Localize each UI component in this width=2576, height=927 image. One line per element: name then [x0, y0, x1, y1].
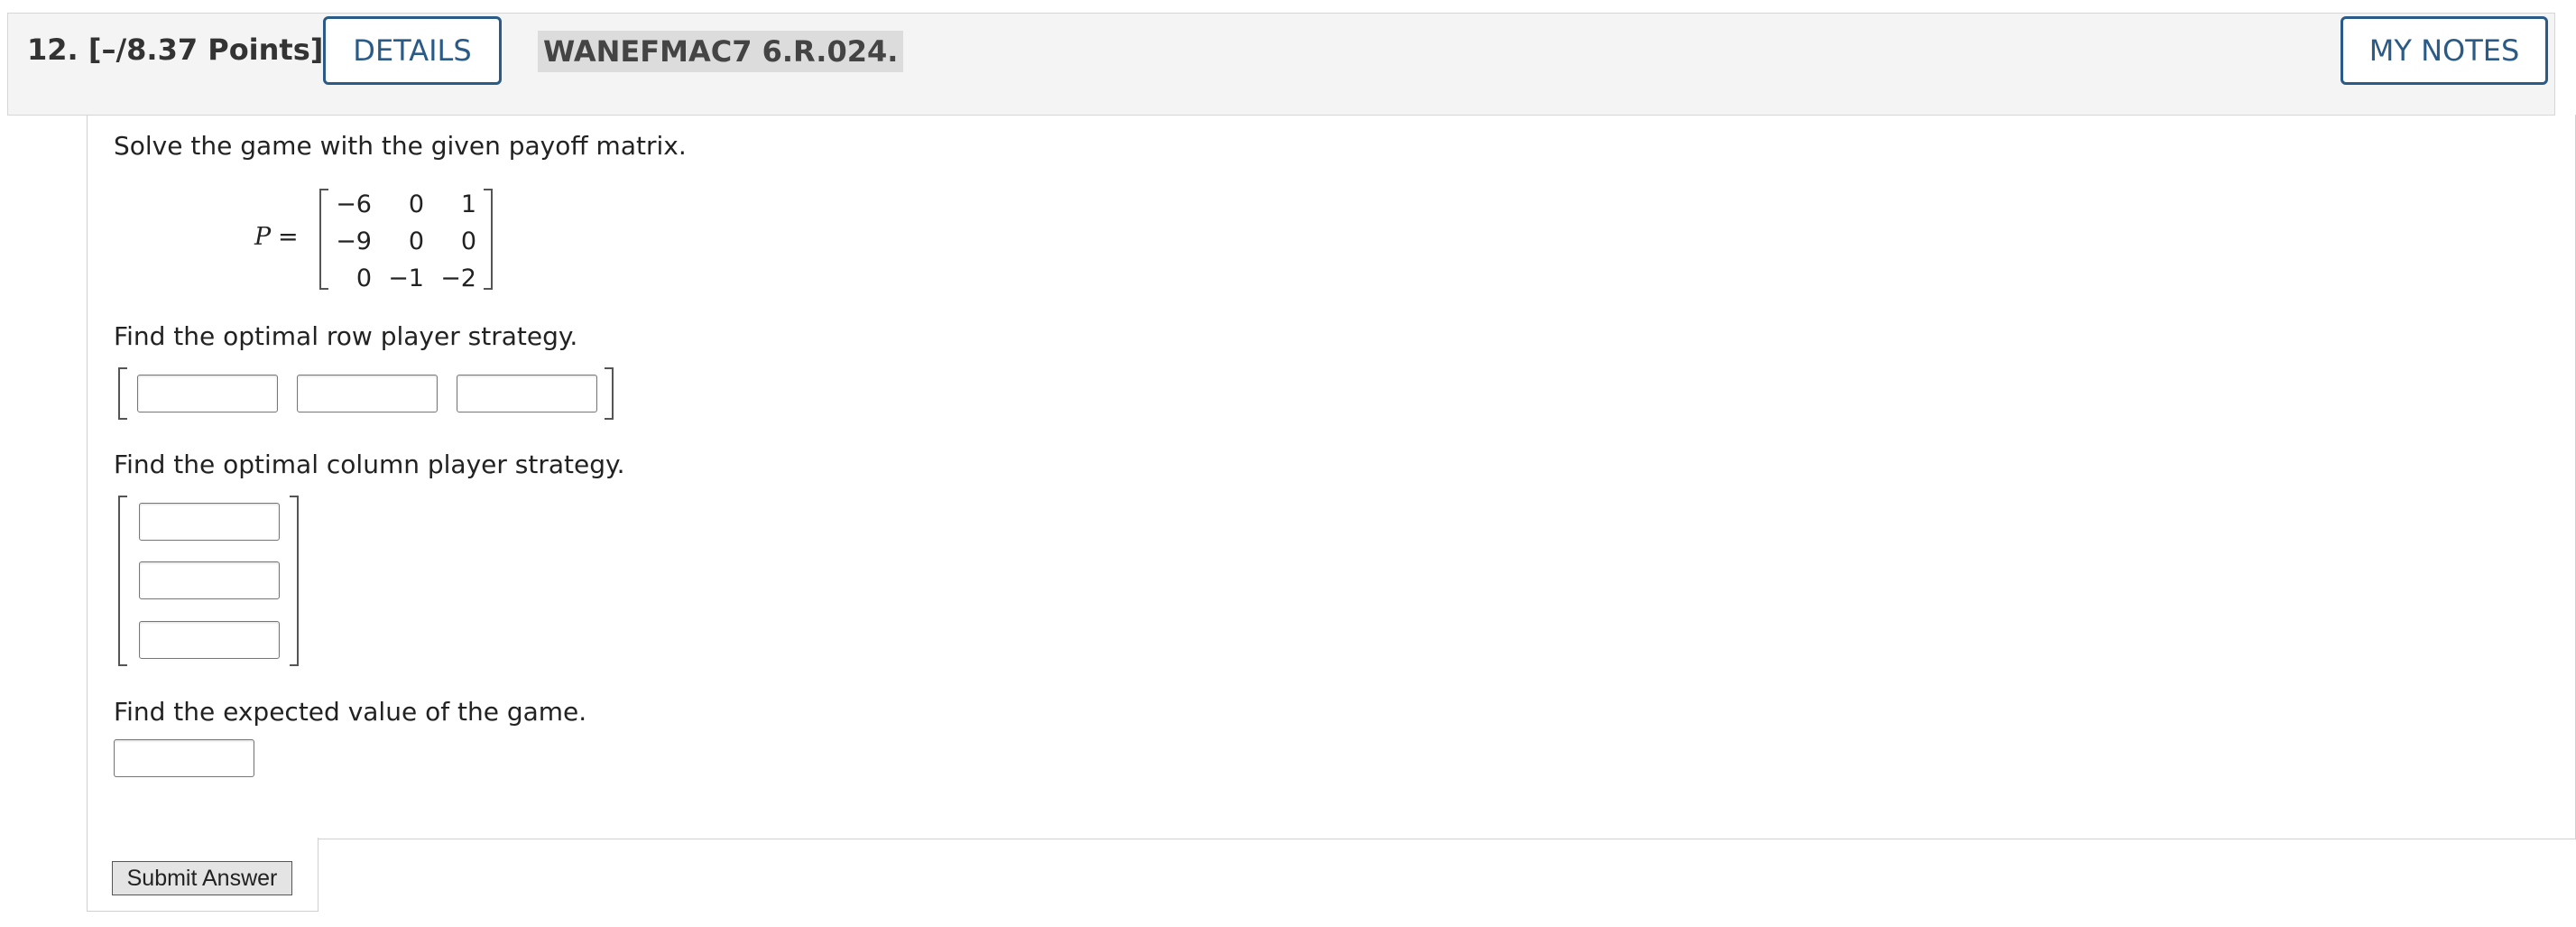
column-strategy-input-2[interactable] [139, 561, 280, 599]
matrix-cell: −1 [388, 264, 424, 292]
matrix-cell: 0 [408, 190, 424, 218]
row-strategy-input-1[interactable] [137, 375, 278, 413]
row-strategy-question: Find the optimal row player strategy. [114, 321, 578, 351]
matrix-cell: −6 [336, 190, 372, 218]
details-button[interactable]: DETAILS [323, 16, 502, 85]
matrix-cell: −9 [336, 227, 372, 255]
matrix-cell: 0 [355, 264, 372, 292]
problem-prompt: Solve the game with the given payoff mat… [114, 131, 687, 161]
my-notes-button[interactable]: MY NOTES [2341, 16, 2548, 85]
matrix-cell: 0 [408, 227, 424, 255]
submit-answer-button[interactable]: Submit Answer [112, 861, 292, 895]
question-number: 12. [27, 32, 78, 67]
matrix-label: P [254, 223, 272, 251]
row-right-bracket [605, 367, 614, 420]
matrix-cell: 0 [460, 227, 476, 255]
column-right-bracket [290, 496, 299, 666]
matrix-equals: = [278, 223, 299, 251]
question-code: WANEFMAC7 6.R.024. [538, 31, 904, 72]
row-left-bracket [118, 367, 127, 420]
matrix-right-bracket [484, 189, 493, 290]
matrix-cell: 1 [460, 190, 476, 218]
expected-value-input[interactable] [114, 739, 254, 777]
column-strategy-input-3[interactable] [139, 621, 280, 659]
column-strategy-question: Find the optimal column player strategy. [114, 450, 625, 479]
matrix-cell: −2 [440, 264, 476, 292]
question-number-points: 12. [–/8.37 Points] [27, 32, 323, 67]
row-strategy-input-2[interactable] [297, 375, 438, 413]
column-left-bracket [118, 496, 127, 666]
points-label: [–/8.37 Points] [88, 32, 324, 67]
expected-value-question: Find the expected value of the game. [114, 697, 587, 727]
row-strategy-input-3[interactable] [457, 375, 597, 413]
column-strategy-input-1[interactable] [139, 503, 280, 541]
